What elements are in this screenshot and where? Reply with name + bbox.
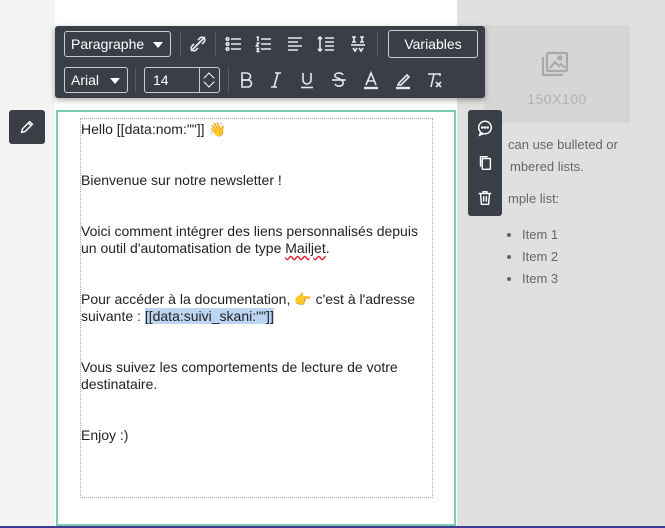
- toolbar-divider: [180, 32, 181, 56]
- sidebar-example-list: Item 1 Item 2 Item 3: [500, 224, 558, 290]
- waving-hand-icon: 👋: [208, 121, 226, 137]
- list-item: Item 3: [522, 268, 558, 290]
- doc-text: Pour accéder à la documentation,: [81, 291, 295, 307]
- delete-button[interactable]: [475, 188, 495, 208]
- sidebar-example-label: mple list:: [508, 191, 560, 206]
- variables-button[interactable]: Variables: [388, 30, 478, 58]
- intro-end: .: [325, 240, 330, 256]
- greeting-text: Hello [[data:nom:""]]: [81, 121, 209, 137]
- line-height-icon: [317, 35, 334, 53]
- clear-format-button[interactable]: [422, 68, 446, 92]
- highlight-button[interactable]: [391, 68, 415, 92]
- italic-button[interactable]: [264, 68, 288, 92]
- toolbar-divider: [377, 32, 378, 56]
- paragraph-format-select[interactable]: Paragraphe: [64, 31, 171, 57]
- duplicate-button[interactable]: [475, 153, 495, 173]
- bold-icon: [241, 72, 253, 88]
- image-icon: [541, 51, 569, 77]
- sidebar-text-line-2: mbered lists.: [510, 159, 584, 174]
- strikethrough-button[interactable]: [327, 68, 351, 92]
- align-left-button[interactable]: [283, 32, 307, 56]
- stepper-arrows[interactable]: [199, 68, 219, 92]
- text-color-icon: [364, 70, 378, 90]
- text-block[interactable]: Hello [[data:nom:""]] 👋 Bienvenue sur no…: [80, 118, 433, 498]
- font-family-select[interactable]: Arial: [64, 67, 128, 93]
- chevron-down-icon: [110, 78, 120, 84]
- toolbar-divider: [135, 68, 136, 92]
- toolbar-divider: [228, 68, 229, 92]
- unlink-button[interactable]: [186, 32, 210, 56]
- image-size-label: 150X100: [527, 91, 587, 107]
- image-placeholder[interactable]: 150X100: [484, 25, 630, 123]
- pencil-icon: [20, 120, 34, 134]
- line-height-button[interactable]: [314, 32, 338, 56]
- pointing-hand-icon: 👉: [294, 291, 312, 307]
- welcome-line: Bienvenue sur notre newsletter !: [81, 172, 282, 188]
- underline-button[interactable]: [295, 68, 319, 92]
- list-item: Item 2: [522, 246, 558, 268]
- toolbar-row-1: Paragraphe Variables: [55, 26, 485, 62]
- strikethrough-icon: [332, 72, 346, 87]
- italic-icon: [271, 72, 281, 88]
- list-item: Item 1: [522, 224, 558, 246]
- merge-tag-button[interactable]: [346, 32, 370, 56]
- numbered-list-button[interactable]: [252, 32, 276, 56]
- edit-block-button[interactable]: [9, 110, 45, 144]
- misspelled-word[interactable]: Mailjet: [285, 240, 325, 256]
- align-left-icon: [288, 37, 302, 51]
- intro-text: Voici comment intégrer des liens personn…: [81, 223, 418, 256]
- trash-icon: [478, 190, 492, 206]
- doc-text-after: c'est à l'adresse: [311, 291, 416, 307]
- font-size-value: 14: [153, 72, 169, 88]
- greeting-line: Hello [[data:nom:""]] 👋: [81, 121, 432, 138]
- formatting-toolbar: Paragraphe Variables Arial 14: [55, 26, 485, 98]
- font-family-value: Arial: [71, 72, 100, 88]
- highlight-icon: [396, 73, 411, 90]
- copy-icon: [479, 155, 492, 171]
- comment-icon: [477, 120, 493, 137]
- bulleted-list-button[interactable]: [222, 32, 246, 56]
- doc-text-line-2: suivante :: [81, 308, 145, 324]
- tracking-paragraph: Vous suivez les comportements de lecture…: [81, 359, 398, 392]
- block-actions-bar: [468, 110, 502, 216]
- paragraph-format-value: Paragraphe: [71, 36, 145, 52]
- toolbar-divider: [215, 32, 216, 56]
- bulleted-list-icon: [225, 36, 241, 52]
- sidebar-text-line-1: can use bulleted or: [508, 137, 618, 152]
- chevron-down-icon: [153, 42, 163, 48]
- selected-merge-tag[interactable]: [[data:suivi_skani:""]]: [144, 308, 274, 324]
- font-size-stepper[interactable]: 14: [144, 67, 220, 93]
- merge-tag-icon: [351, 36, 365, 53]
- underline-icon: [301, 73, 313, 89]
- toolbar-row-2: Arial 14: [55, 62, 485, 98]
- numbered-list-icon: [255, 35, 271, 53]
- comment-button[interactable]: [475, 118, 495, 138]
- text-color-button[interactable]: [359, 68, 383, 92]
- doc-paragraph: Pour accéder à la documentation, 👉 c'est…: [81, 291, 432, 325]
- clear-format-icon: [428, 73, 442, 88]
- intro-paragraph: Voici comment intégrer des liens personn…: [81, 223, 432, 257]
- enjoy-line: Enjoy :): [81, 427, 129, 443]
- unlink-icon: [190, 36, 206, 52]
- bold-button[interactable]: [234, 68, 258, 92]
